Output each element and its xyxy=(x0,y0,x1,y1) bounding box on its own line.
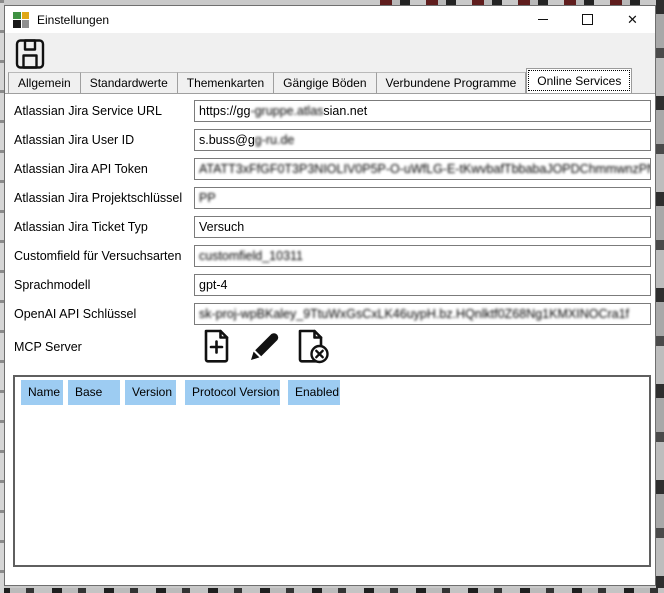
close-icon: ✕ xyxy=(627,12,638,28)
value-clear: gpt-4 xyxy=(199,278,228,292)
label-openai-api-schluessel: OpenAI API Schlüssel xyxy=(14,303,194,325)
column-header-version[interactable]: Version xyxy=(125,380,176,405)
tab-gaengige-boeden[interactable]: Gängige Böden xyxy=(274,72,376,93)
value-clear: Versuch xyxy=(199,220,244,234)
maximize-button[interactable] xyxy=(565,6,610,33)
save-button[interactable] xyxy=(13,37,47,71)
file-x-icon xyxy=(292,326,332,366)
app-puzzle-icon xyxy=(13,12,29,28)
value-redacted: ATATT3xFfGF0T3P3NIOLIV0P5P-O-uWfLG-E-tKw… xyxy=(199,162,651,176)
label-jira-ticket-typ: Atlassian Jira Ticket Typ xyxy=(14,216,194,238)
maximize-icon xyxy=(582,14,593,25)
value-clear: sian.net xyxy=(323,104,367,118)
value-clear: s.buss@g xyxy=(199,133,255,147)
desktop-background-right xyxy=(656,0,664,593)
mcp-server-table[interactable]: Name Base URL Version Protocol Version E… xyxy=(13,375,651,567)
label-mcp-server: MCP Server xyxy=(14,336,194,358)
column-header-base-url[interactable]: Base URL xyxy=(68,380,120,405)
tab-online-services[interactable]: Online Services xyxy=(526,68,632,93)
label-jira-service-url: Atlassian Jira Service URL xyxy=(14,100,194,122)
value-redacted: customfield_10311 xyxy=(199,249,303,263)
settings-dialog: Einstellungen ✕ Allgemein Standardwerte xyxy=(4,5,656,586)
column-header-protocol-version[interactable]: Protocol Version xyxy=(185,380,280,405)
tab-allgemein[interactable]: Allgemein xyxy=(8,72,81,93)
tab-label: Themenkarten xyxy=(187,76,264,90)
tab-verbundene-programme[interactable]: Verbundene Programme xyxy=(377,72,527,93)
value-clear: https://gg xyxy=(199,104,250,118)
tab-themenkarten[interactable]: Themenkarten xyxy=(178,72,274,93)
tab-label: Gängige Böden xyxy=(283,76,366,90)
tab-label: Online Services xyxy=(537,74,621,88)
mcp-delete-button[interactable] xyxy=(292,326,332,366)
save-floppy-icon xyxy=(13,37,47,71)
label-customfield-versuchsarten: Customfield für Versuchsarten xyxy=(14,245,194,267)
window-title: Einstellungen xyxy=(37,13,109,27)
jira-api-token-input[interactable]: ATATT3xFfGF0T3P3NIOLIV0P5P-O-uWfLG-E-tKw… xyxy=(194,158,651,180)
tab-label: Verbundene Programme xyxy=(386,76,517,90)
value-redacted: PP xyxy=(199,191,216,205)
column-header-name[interactable]: Name xyxy=(21,380,63,405)
value-redacted: g-ru.de xyxy=(255,133,295,147)
label-jira-user-id: Atlassian Jira User ID xyxy=(14,129,194,151)
pencil-icon xyxy=(245,326,285,366)
jira-service-url-input[interactable]: https://gg-gruppe.atlassian.net xyxy=(194,100,651,122)
close-button[interactable]: ✕ xyxy=(610,6,655,33)
sprachmodell-input[interactable]: gpt-4 xyxy=(194,274,651,296)
tab-pane-border xyxy=(5,93,655,94)
minimize-icon xyxy=(538,19,548,20)
jira-ticket-typ-input[interactable]: Versuch xyxy=(194,216,651,238)
tab-label: Standardwerte xyxy=(90,76,168,90)
label-sprachmodell: Sprachmodell xyxy=(14,274,194,296)
tab-label: Allgemein xyxy=(18,76,71,90)
file-plus-icon xyxy=(196,326,236,366)
toolbar-area: Allgemein Standardwerte Themenkarten Gän… xyxy=(5,33,655,93)
tab-standardwerte[interactable]: Standardwerte xyxy=(81,72,178,93)
mcp-edit-button[interactable] xyxy=(245,326,285,366)
customfield-versuchsarten-input[interactable]: customfield_10311 xyxy=(194,245,651,267)
label-jira-projektschluessel: Atlassian Jira Projektschlüssel xyxy=(14,187,194,209)
desktop-background-bottom xyxy=(0,588,664,593)
column-header-enabled[interactable]: Enabled xyxy=(288,380,340,405)
label-jira-api-token: Atlassian Jira API Token xyxy=(14,158,194,180)
jira-projektschluessel-input[interactable]: PP xyxy=(194,187,651,209)
mcp-add-button[interactable] xyxy=(196,326,236,366)
minimize-button[interactable] xyxy=(520,6,565,33)
value-redacted: sk-proj-wpBKaley_9TtuWxGsCxLK46uypH.bz.H… xyxy=(199,307,629,321)
jira-user-id-input[interactable]: s.buss@gg-ru.de xyxy=(194,129,651,151)
title-bar[interactable]: Einstellungen ✕ xyxy=(5,6,655,33)
openai-api-schluessel-input[interactable]: sk-proj-wpBKaley_9TtuWxGsCxLK46uypH.bz.H… xyxy=(194,303,651,325)
value-redacted: -gruppe.atlas xyxy=(250,104,323,118)
tab-strip: Allgemein Standardwerte Themenkarten Gän… xyxy=(8,71,632,93)
